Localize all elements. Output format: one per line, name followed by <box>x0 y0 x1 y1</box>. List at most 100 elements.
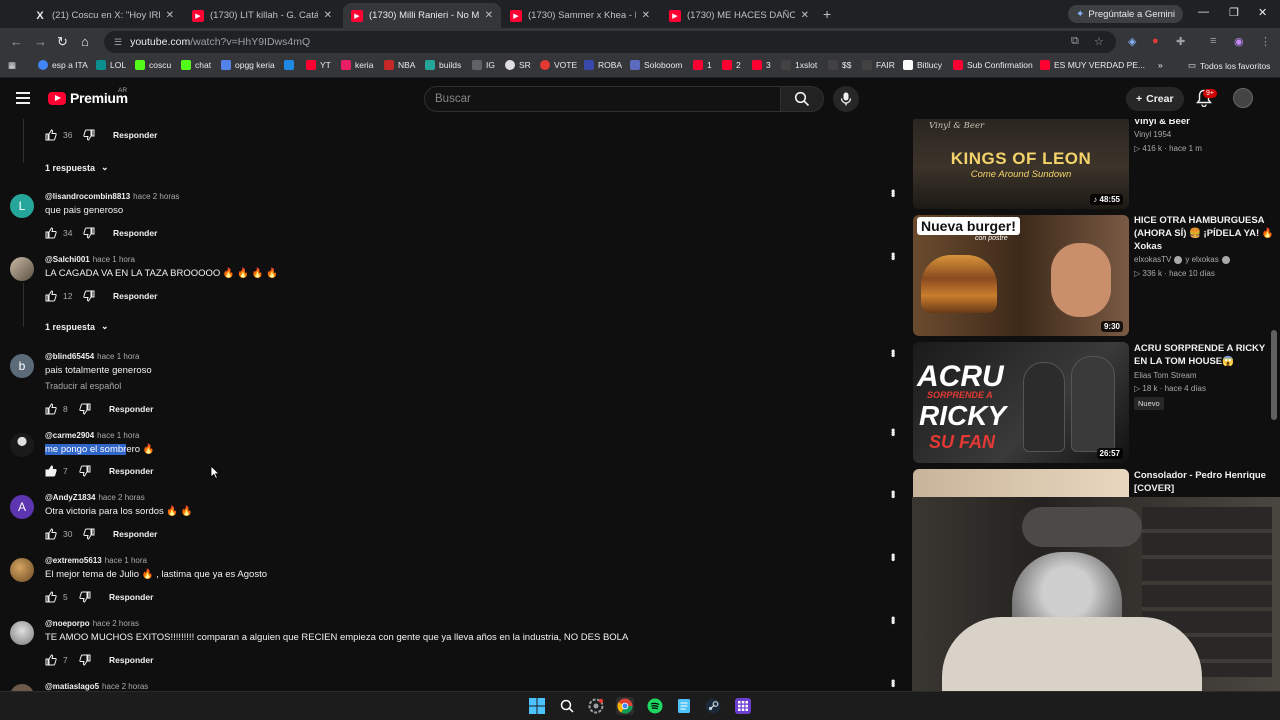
steam-icon[interactable] <box>704 697 722 715</box>
bookmark-item[interactable]: Bitlucy <box>903 60 942 70</box>
avatar[interactable]: A <box>10 495 34 519</box>
reply-button[interactable]: Responder <box>109 466 153 476</box>
more-actions-icon[interactable]: ••• <box>886 679 900 686</box>
maximize-icon[interactable]: ❐ <box>1229 6 1239 19</box>
close-tab-icon[interactable]: ✕ <box>801 10 809 21</box>
avatar[interactable]: L <box>10 194 34 218</box>
avatar[interactable] <box>10 621 34 645</box>
channel-name[interactable]: Elias Tom Stream <box>1134 371 1197 380</box>
like-icon[interactable] <box>45 528 57 540</box>
minimize-icon[interactable]: — <box>1198 6 1209 18</box>
bookmark-item[interactable]: chat <box>181 60 211 70</box>
app-grid-icon[interactable] <box>734 697 752 715</box>
comment-author[interactable]: @blind65454 <box>45 352 94 361</box>
bookmark-item[interactable]: SR <box>505 60 531 70</box>
bookmark-item[interactable]: coscu <box>135 60 171 70</box>
close-window-icon[interactable]: ✕ <box>1258 6 1267 19</box>
like-icon[interactable] <box>45 403 57 415</box>
more-actions-icon[interactable]: ••• <box>886 349 900 356</box>
dislike-icon[interactable] <box>83 528 95 540</box>
video-title[interactable]: Vinyl & Beer <box>1134 119 1274 128</box>
replies-toggle[interactable]: 1 respuesta ⌄ <box>45 321 109 332</box>
comment-time[interactable]: hace 2 horas <box>133 192 179 201</box>
more-actions-icon[interactable]: ••• <box>886 252 900 259</box>
reply-button[interactable]: Responder <box>113 291 157 301</box>
bookmark-item[interactable]: IG <box>472 60 495 70</box>
more-actions-icon[interactable]: ••• <box>886 428 900 435</box>
dislike-icon[interactable] <box>79 403 91 415</box>
bookmark-item[interactable]: FAIR <box>862 60 895 70</box>
address-bar[interactable]: ☰ youtube.com/watch?v=HhY9IDws4mQ <box>104 31 1116 53</box>
reply-button[interactable]: Responder <box>113 529 157 539</box>
comment-time[interactable]: hace 1 hora <box>105 556 147 565</box>
bookmark-item[interactable]: Sub Confirmation <box>953 60 1033 70</box>
close-tab-icon[interactable]: ✕ <box>485 10 493 21</box>
bookmark-item[interactable]: LOL <box>96 60 126 70</box>
bookmark-item[interactable]: 2 <box>722 60 741 70</box>
windows-start-icon[interactable] <box>528 697 546 715</box>
install-icon[interactable]: ⧉ <box>1071 35 1079 48</box>
bookmark-item[interactable]: 3 <box>752 60 771 70</box>
more-actions-icon[interactable]: ••• <box>886 189 900 196</box>
channel-name[interactable]: elxokasTV y elxokas <box>1134 255 1230 264</box>
like-icon[interactable] <box>45 290 57 302</box>
comment-time[interactable]: hace 2 horas <box>102 682 148 691</box>
translate-link[interactable]: Traducir al español <box>45 381 121 391</box>
like-icon[interactable] <box>45 465 57 477</box>
site-info-icon[interactable]: ☰ <box>114 37 122 48</box>
gemini-button[interactable]: ✦ Pregúntale a Gemini <box>1068 5 1183 23</box>
bookmark-item[interactable]: builds <box>425 60 461 70</box>
create-button[interactable]: + Crear <box>1126 87 1184 111</box>
like-icon[interactable] <box>45 129 57 141</box>
reply-button[interactable]: Responder <box>109 592 153 602</box>
video-thumbnail[interactable]: Vinyl & Beer KINGS OF LEON Come Around S… <box>913 119 1129 209</box>
home-icon[interactable]: ⌂ <box>81 34 89 49</box>
search-icon[interactable] <box>558 697 576 715</box>
menu-icon[interactable] <box>16 92 30 104</box>
forward-icon[interactable]: → <box>34 34 47 49</box>
video-thumbnail[interactable]: Nueva burger! con postre 9:30 <box>913 215 1129 336</box>
dislike-icon[interactable] <box>79 465 91 477</box>
bookmark-item[interactable]: ROBA <box>584 60 622 70</box>
comment-time[interactable]: hace 2 horas <box>98 493 144 502</box>
comment-author[interactable]: @matiaslago5 <box>45 682 99 691</box>
bookmark-star-icon[interactable]: ☆ <box>1094 35 1104 48</box>
tab-lit-killah[interactable]: ▶ (1730) LIT killah - G. Catán (Offi ✕ <box>184 3 340 28</box>
bookmark-item[interactable]: Soloboom <box>630 60 682 70</box>
more-actions-icon[interactable]: ••• <box>886 553 900 560</box>
comment-time[interactable]: hace 1 hora <box>97 352 139 361</box>
comment-author[interactable]: @Salchi001 <box>45 255 90 264</box>
bookmark-item[interactable]: opgg keria <box>221 60 275 70</box>
video-title[interactable]: ACRU SORPRENDE A RICKY EN LA TOM HOUSE😱 <box>1134 342 1274 368</box>
tab-milli-ranieri[interactable]: ▶ (1730) Milli Ranieri - No Me Qu ✕ <box>343 3 501 28</box>
reply-button[interactable]: Responder <box>109 655 153 665</box>
reply-button[interactable]: Responder <box>109 404 153 414</box>
close-tab-icon[interactable]: ✕ <box>324 10 332 21</box>
bookmark-item[interactable]: esp a ITA <box>38 60 88 70</box>
profile-icon[interactable]: ◉ <box>1234 35 1244 48</box>
comment-time[interactable]: hace 1 hora <box>97 431 139 440</box>
close-tab-icon[interactable]: ✕ <box>166 10 174 21</box>
avatar[interactable] <box>10 558 34 582</box>
bookmark-item[interactable]: 1 <box>693 60 712 70</box>
dislike-icon[interactable] <box>83 290 95 302</box>
comment-author[interactable]: @AndyZ1834 <box>45 493 95 502</box>
dislike-icon[interactable] <box>83 129 95 141</box>
scrollbar-thumb[interactable] <box>1271 330 1277 420</box>
bookmark-item[interactable]: NBA <box>384 60 415 70</box>
reply-button[interactable]: Responder <box>113 130 157 140</box>
all-bookmarks-folder[interactable]: ▭ Todos los favoritos <box>1188 60 1270 71</box>
extension-icon[interactable]: ◈ <box>1128 35 1136 48</box>
extensions-puzzle-icon[interactable]: ✚ <box>1176 35 1185 48</box>
bookmarks-overflow-icon[interactable]: » <box>1158 60 1163 70</box>
avatar[interactable] <box>10 257 34 281</box>
new-tab-button[interactable]: + <box>823 6 831 22</box>
search-button[interactable] <box>780 86 824 112</box>
channel-name[interactable]: Vinyl 1954 <box>1134 130 1171 139</box>
settings-app-icon[interactable] <box>587 697 605 715</box>
back-icon[interactable]: ← <box>10 34 23 49</box>
comment-author[interactable]: @lisandrocombin8813 <box>45 192 130 201</box>
search-input[interactable]: Buscar <box>424 86 780 112</box>
bookmark-item[interactable]: ES MUY VERDAD PE... <box>1040 60 1145 70</box>
bookmark-item[interactable]: 1xslot <box>781 60 817 70</box>
